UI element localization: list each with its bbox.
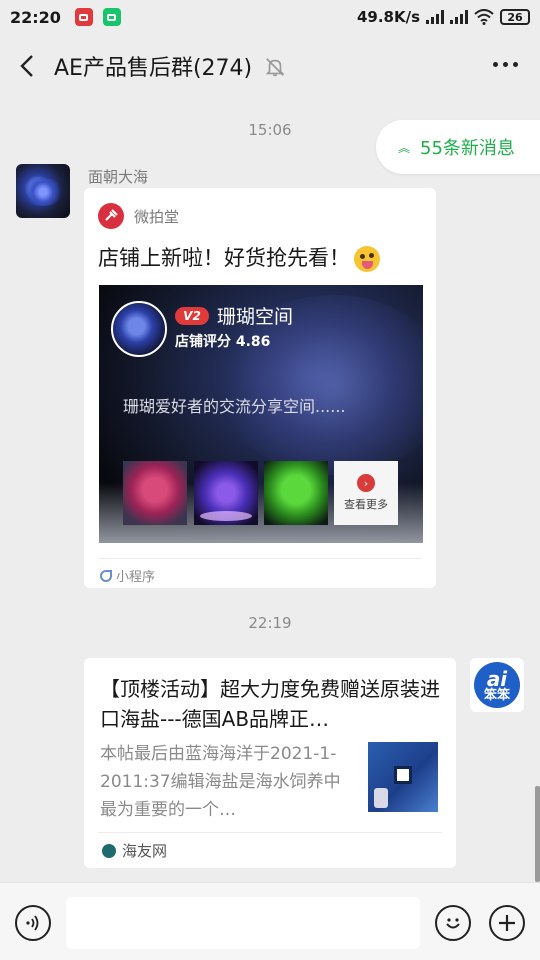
back-arrow-icon[interactable] (16, 54, 40, 78)
new-messages-button[interactable]: ︽ 55条新消息 (376, 120, 540, 174)
plus-button[interactable] (489, 905, 525, 941)
sender-name: 面朝大海 (88, 168, 149, 186)
ai-logo-icon: ai 笨笨 (474, 662, 520, 708)
plus-icon (499, 915, 515, 931)
shop-rating: 店铺评分 4.86 (175, 334, 271, 350)
shop-description: 珊瑚爱好者的交流分享空间...... (123, 397, 346, 416)
divider (98, 558, 422, 559)
wifi-icon (474, 9, 494, 25)
mini-program-title: 店铺上新啦！好货抢先看！ (98, 242, 380, 272)
network-speed: 49.8K/s (356, 8, 420, 26)
haiyou-logo-icon (102, 843, 116, 858)
message-timestamp: 22:19 (248, 614, 292, 632)
self-avatar[interactable]: ai 笨笨 (470, 658, 524, 712)
article-description: 本帖最后由蓝海海洋于2021-1-2011:37编辑海盐是海水饲养中最为重要的一… (100, 744, 341, 820)
chevron-right-icon: › (357, 474, 375, 492)
chat-header: AE产品售后群(274) (0, 34, 540, 98)
shop-preview-image: V2 珊瑚空间 店铺评分 4.86 珊瑚爱好者的交流分享空间...... › 查… (99, 285, 423, 543)
view-more-label: 查看更多 (344, 498, 388, 511)
product-thumbnail (123, 461, 187, 525)
weipaitang-logo-icon (98, 203, 124, 229)
article-source: 海友网 (102, 840, 167, 861)
new-messages-label: 55条新消息 (420, 138, 515, 159)
notification-app-icon (74, 8, 93, 26)
mini-program-footer-label: 小程序 (116, 570, 156, 585)
mini-program-title-text: 店铺上新啦！好货抢先看！ (98, 246, 350, 270)
voice-input-button[interactable] (15, 905, 51, 941)
signal-icon-2 (450, 10, 468, 24)
tongue-emoji-icon (354, 246, 380, 272)
status-bar: 22:20 49.8K/s 26 (0, 0, 540, 34)
mute-bell-icon (265, 58, 285, 77)
sender-avatar[interactable] (16, 164, 70, 218)
message-input[interactable] (66, 897, 420, 949)
article-title: 【顶楼活动】超大力度免费赠送原装进口海盐---德国AB品牌正… (100, 677, 440, 731)
product-thumbnail (264, 461, 328, 525)
mini-program-footer: 小程序 (100, 566, 155, 585)
double-chevron-up-icon: ︽ (398, 140, 411, 155)
scrollbar[interactable] (535, 786, 540, 882)
smiley-icon (446, 918, 460, 929)
signal-icon (426, 10, 444, 24)
shop-level-badge: V2 (175, 307, 209, 325)
view-more-tile: › 查看更多 (334, 461, 398, 525)
shop-avatar (111, 301, 167, 357)
article-source-name: 海友网 (122, 842, 168, 860)
article-card[interactable]: 【顶楼活动】超大力度免费赠送原装进口海盐---德国AB品牌正… 本帖最后由蓝海海… (84, 658, 456, 868)
divider (98, 832, 442, 833)
status-time: 22:20 (10, 7, 61, 27)
shop-name: 珊瑚空间 (217, 306, 294, 328)
battery-indicator: 26 (500, 9, 530, 25)
mini-program-app-name: 微拍堂 (134, 208, 180, 226)
article-thumbnail (368, 742, 438, 812)
notification-app-icon-2 (102, 8, 121, 26)
chat-title: AE产品售后群(274) (54, 56, 253, 81)
emoji-button[interactable] (435, 905, 471, 941)
mini-program-card[interactable]: 微拍堂 店铺上新啦！好货抢先看！ V2 珊瑚空间 店铺评分 4.86 珊瑚爱好者… (84, 188, 436, 588)
product-thumbnail (194, 461, 258, 525)
voice-icon (26, 915, 39, 931)
more-options-icon[interactable] (493, 62, 518, 67)
input-bar (0, 882, 540, 960)
mini-program-icon (100, 569, 112, 582)
